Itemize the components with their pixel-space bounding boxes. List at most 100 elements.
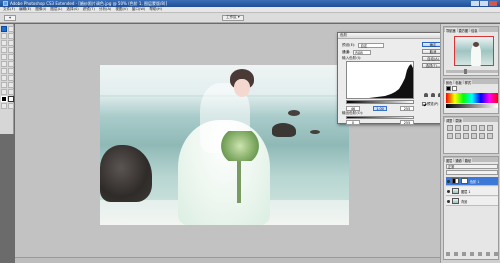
tab-channels[interactable]: 通道: [454, 158, 463, 163]
posterize-icon[interactable]: [487, 133, 493, 139]
layer-row[interactable]: 色阶 1: [446, 177, 498, 186]
path-selection-tool-icon[interactable]: [1, 82, 7, 88]
hue-saturation-icon[interactable]: [487, 125, 493, 131]
menu-edit[interactable]: 编辑(E): [19, 7, 31, 12]
gradient-tool-icon[interactable]: [8, 61, 14, 67]
link-icon[interactable]: [446, 252, 450, 256]
invert-icon[interactable]: [479, 133, 485, 139]
output-levels-slider[interactable]: [346, 116, 414, 119]
menu-layer[interactable]: 图层(L): [50, 7, 62, 12]
gray-eyedropper-icon[interactable]: [431, 93, 435, 97]
tab-masks[interactable]: 蒙版: [454, 118, 463, 123]
fx-icon[interactable]: [454, 252, 458, 256]
menu-select[interactable]: 选择(S): [66, 7, 78, 12]
blur-tool-icon[interactable]: [1, 68, 7, 74]
eye-icon[interactable]: [447, 189, 450, 193]
output-black-field[interactable]: 0: [346, 120, 360, 125]
trash-icon[interactable]: [494, 252, 498, 256]
brush-tool-icon[interactable]: [8, 47, 14, 53]
layer-row[interactable]: 图层 1: [446, 187, 498, 196]
channel-select[interactable]: RGB: [353, 50, 372, 55]
bride-face: [234, 79, 250, 97]
input-white-field[interactable]: 255: [400, 106, 414, 111]
workspace-button[interactable]: 工作区 ▾: [222, 14, 244, 21]
minimize-button[interactable]: [471, 1, 479, 6]
wedding-photo-canvas[interactable]: [100, 65, 349, 225]
vibrance-icon[interactable]: [479, 125, 485, 131]
folder-icon[interactable]: [478, 252, 482, 256]
zoom-slider-knob[interactable]: [464, 69, 467, 74]
menu-help[interactable]: 帮助(H): [149, 7, 162, 12]
tab-info[interactable]: 信息: [470, 28, 479, 33]
grayscale-ramp[interactable]: [446, 104, 498, 108]
levels-dialog-titlebar[interactable]: 色阶: [338, 33, 447, 39]
crop-tool-icon[interactable]: [1, 40, 7, 46]
mask-icon[interactable]: [462, 252, 466, 256]
curves-icon[interactable]: [463, 125, 469, 131]
zoom-tool-icon[interactable]: [8, 89, 14, 95]
black-eyedropper-icon[interactable]: [424, 93, 428, 97]
clone-stamp-tool-icon[interactable]: [1, 54, 7, 60]
tab-styles[interactable]: 样式: [463, 80, 473, 85]
dodge-tool-icon[interactable]: [8, 68, 14, 74]
maximize-button[interactable]: [480, 1, 488, 6]
blend-mode-select[interactable]: 正常: [446, 164, 498, 169]
quick-mask-icon[interactable]: [1, 103, 7, 109]
slice-tool-icon[interactable]: [8, 40, 14, 46]
pen-tool-icon[interactable]: [1, 75, 7, 81]
magic-wand-tool-icon[interactable]: [8, 33, 14, 39]
new-layer-icon[interactable]: [486, 252, 490, 256]
photo-filter-icon[interactable]: [463, 133, 469, 139]
exposure-icon[interactable]: [471, 125, 477, 131]
adjustment-icon[interactable]: [470, 252, 474, 256]
tool-preset-picker[interactable]: ✦: [4, 14, 16, 21]
preset-row: 预设(E): 自定: [342, 43, 385, 48]
healing-brush-tool-icon[interactable]: [1, 47, 7, 53]
lasso-tool-icon[interactable]: [1, 33, 7, 39]
menu-image[interactable]: 图像(I): [35, 7, 46, 12]
history-brush-tool-icon[interactable]: [8, 54, 14, 60]
background-color-swatch[interactable]: [8, 96, 14, 102]
zoom-slider[interactable]: [446, 69, 498, 74]
color-spectrum[interactable]: [446, 93, 498, 103]
levels-icon[interactable]: [455, 125, 461, 131]
shape-tool-icon[interactable]: [8, 82, 14, 88]
eye-icon[interactable]: [447, 179, 450, 183]
menu-view[interactable]: 视图(V): [115, 7, 127, 12]
preset-select[interactable]: 自定: [358, 43, 385, 48]
screen-mode-icon[interactable]: [8, 103, 14, 109]
input-levels-slider[interactable]: [346, 100, 414, 104]
eraser-tool-icon[interactable]: [1, 61, 7, 67]
menu-analysis[interactable]: 分析(A): [99, 7, 111, 12]
black-white-icon[interactable]: [455, 133, 461, 139]
eye-icon[interactable]: [447, 199, 450, 203]
tab-paths[interactable]: 路径: [463, 158, 473, 163]
menu-window[interactable]: 窗口(W): [132, 7, 146, 12]
hand-tool-icon[interactable]: [1, 89, 7, 95]
input-gamma-field[interactable]: 1.00: [373, 106, 387, 111]
tab-color[interactable]: 颜色: [445, 80, 454, 85]
close-button[interactable]: [489, 1, 497, 6]
output-white-field[interactable]: 255: [400, 120, 414, 125]
bg-swatch[interactable]: [452, 86, 457, 91]
fg-swatch[interactable]: [446, 86, 451, 91]
tab-adjustments[interactable]: 调整: [445, 118, 454, 123]
tab-swatches[interactable]: 色板: [454, 80, 463, 85]
layer-row[interactable]: 背景: [446, 197, 498, 206]
tab-histogram[interactable]: 直方图: [457, 28, 470, 33]
move-tool-icon[interactable]: [1, 26, 7, 32]
foreground-color-swatch[interactable]: [1, 96, 7, 102]
menu-filter[interactable]: 滤镜(T): [83, 7, 95, 12]
type-tool-icon[interactable]: [8, 75, 14, 81]
channel-mixer-icon[interactable]: [471, 133, 477, 139]
color-balance-icon[interactable]: [447, 133, 453, 139]
tab-navigator[interactable]: 导航器: [445, 28, 457, 33]
preview-checkbox[interactable]: [422, 101, 426, 106]
menu-file[interactable]: 文件(F): [3, 7, 15, 12]
lock-options-row[interactable]: [446, 170, 498, 175]
marquee-tool-icon[interactable]: [8, 26, 14, 32]
navigator-thumbnail[interactable]: [454, 36, 494, 66]
brightness-icon[interactable]: [447, 125, 453, 131]
tab-layers[interactable]: 图层: [445, 158, 454, 163]
color-swatches: [446, 86, 457, 91]
